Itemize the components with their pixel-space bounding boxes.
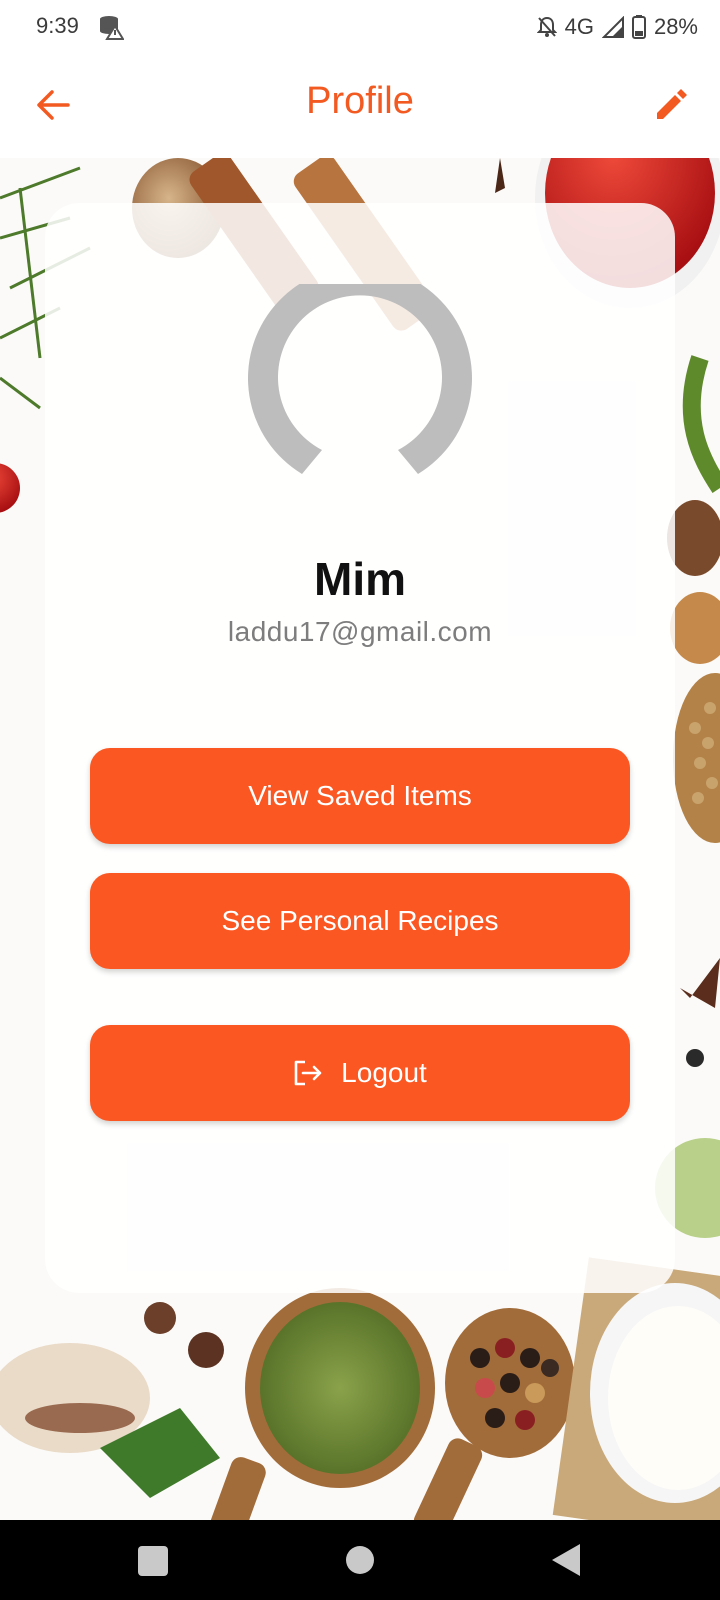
recents-icon[interactable]	[138, 1546, 168, 1576]
notifications-off-icon	[536, 16, 557, 37]
battery-icon	[631, 15, 646, 39]
logout-label: Logout	[341, 1057, 427, 1088]
app-bar: Profile	[0, 54, 720, 158]
view-saved-items-label: View Saved Items	[248, 780, 472, 811]
logout-button[interactable]: Logout	[90, 1025, 630, 1121]
status-bar: 9:39 4G 28%	[0, 0, 720, 54]
back-icon[interactable]	[552, 1544, 580, 1576]
status-time: 9:39	[36, 13, 79, 38]
see-personal-recipes-label: See Personal Recipes	[221, 905, 499, 936]
signal-icon	[601, 16, 624, 38]
edit-profile-button[interactable]	[646, 80, 696, 130]
pencil-icon	[657, 89, 687, 119]
network-label: 4G	[564, 14, 594, 39]
battery-percentage: 28%	[653, 14, 698, 39]
home-icon[interactable]	[346, 1546, 374, 1574]
system-nav-bar	[0, 1520, 720, 1600]
logout-icon	[294, 1060, 322, 1086]
user-email: laddu17@gmail.com	[227, 616, 493, 647]
data-saver-warning-icon	[100, 16, 124, 40]
status-right: 4G 28%	[536, 12, 698, 42]
see-personal-recipes-button[interactable]: See Personal Recipes	[90, 873, 630, 969]
view-saved-items-button[interactable]: View Saved Items	[90, 748, 630, 844]
user-name: Mim	[314, 553, 406, 605]
person-placeholder-icon	[248, 284, 472, 474]
page-title: Profile	[306, 80, 414, 122]
